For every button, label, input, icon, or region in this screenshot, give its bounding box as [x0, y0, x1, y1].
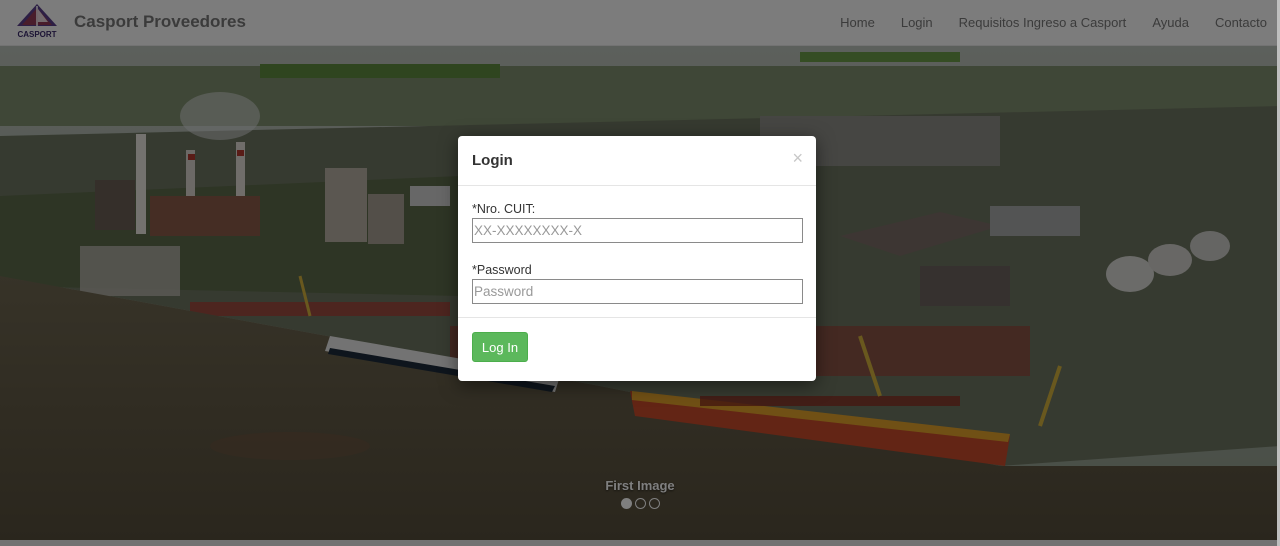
login-modal: Login × *Nro. CUIT: *Password Log In — [458, 136, 816, 381]
password-label: *Password — [472, 263, 532, 277]
cuit-label: *Nro. CUIT: — [472, 202, 536, 216]
modal-body: *Nro. CUIT: *Password — [458, 186, 816, 318]
login-button[interactable]: Log In — [472, 332, 528, 362]
modal-footer: Log In — [458, 318, 816, 381]
modal-header: Login × — [458, 136, 816, 186]
password-input[interactable] — [472, 279, 803, 304]
cuit-input[interactable] — [472, 218, 803, 243]
close-icon[interactable]: × — [792, 148, 803, 169]
modal-title: Login — [472, 152, 513, 169]
